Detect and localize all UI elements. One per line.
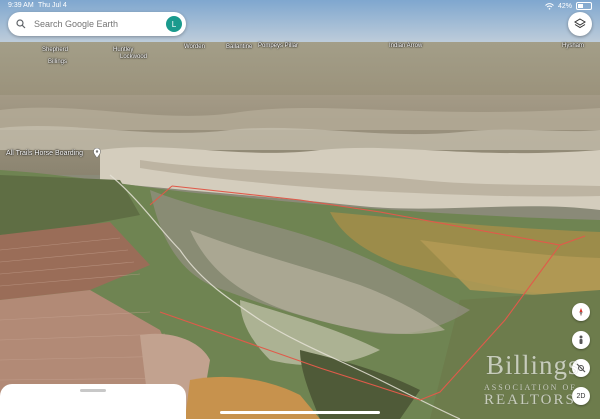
battery-percent: 42% [557, 2, 572, 10]
place-label[interactable]: Huntley [113, 47, 133, 53]
status-date: Thu Jul 4 [38, 2, 67, 9]
place-label[interactable]: Lockwood [120, 54, 147, 60]
status-right: 42% [545, 2, 592, 10]
location-pin-icon[interactable] [93, 148, 101, 158]
place-label[interactable]: Ballantine [226, 44, 252, 50]
status-bar: 9:39 AM Thu Jul 4 42% [0, 0, 600, 12]
account-avatar[interactable]: L [166, 16, 182, 32]
home-indicator[interactable] [220, 411, 380, 414]
watermark-line1: ASSOCIATION OF [484, 383, 577, 392]
street-view-button[interactable] [572, 331, 590, 349]
realtor-watermark: Billings ASSOCIATION OF REALTORS [478, 350, 596, 412]
place-label[interactable]: Indian Arrow [389, 43, 422, 49]
place-label[interactable]: Worden [184, 44, 205, 50]
compass-button[interactable] [572, 303, 590, 321]
compass-icon [579, 308, 583, 316]
layers-button[interactable] [568, 12, 592, 36]
sheet-grabber[interactable] [80, 389, 106, 392]
search-icon [16, 19, 26, 29]
place-label[interactable]: Billings [48, 59, 67, 65]
layers-icon [574, 18, 586, 29]
status-time: 9:39 AM [8, 2, 34, 9]
watermark-brand: Billings [486, 350, 580, 380]
battery-icon [576, 2, 592, 10]
street-view-icon [579, 335, 583, 344]
pinned-place-label[interactable]: All Trails Horse Boarding [6, 150, 83, 157]
place-label[interactable]: Hysham [562, 43, 584, 49]
place-label[interactable]: Shepherd [42, 47, 68, 53]
bottom-sheet[interactable] [0, 384, 186, 419]
place-label[interactable]: Pompeys Pillar [258, 43, 298, 49]
wifi-icon [545, 2, 554, 10]
watermark-line2: REALTORS [484, 392, 576, 408]
search-bar[interactable]: L [8, 12, 186, 36]
search-input[interactable] [32, 18, 166, 30]
